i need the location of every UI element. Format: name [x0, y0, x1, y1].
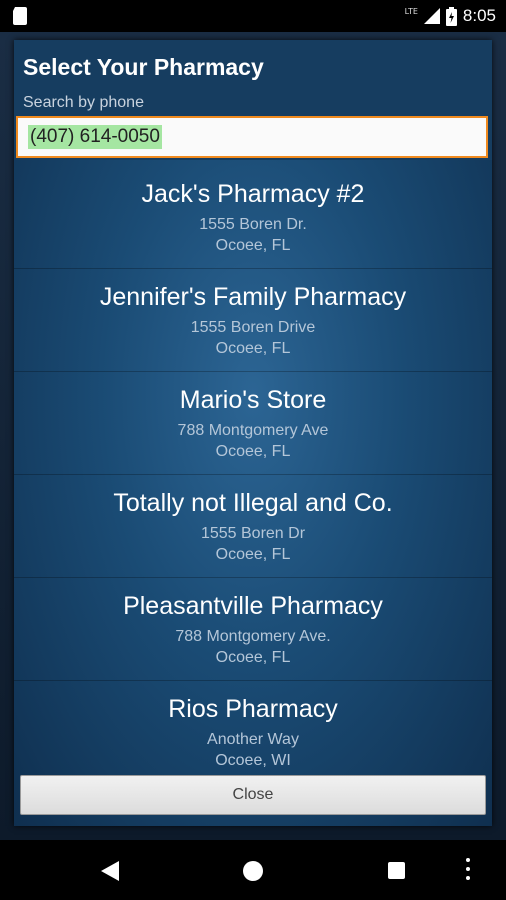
pharmacy-item[interactable]: Jennifer's Family Pharmacy 1555 Boren Dr… — [14, 269, 492, 372]
pharmacy-list[interactable]: Jack's Pharmacy #2 1555 Boren Dr. Ocoee,… — [14, 166, 492, 768]
pharmacy-item[interactable]: Rios Pharmacy Another Way Ocoee, WI — [14, 681, 492, 768]
pharmacy-item[interactable]: Pleasantville Pharmacy 788 Montgomery Av… — [14, 578, 492, 681]
pharmacy-city: Ocoee, FL — [215, 237, 291, 254]
pharmacy-name: Totally not Illegal and Co. — [113, 489, 393, 517]
home-icon[interactable] — [243, 861, 263, 881]
phone-search-input[interactable]: (407) 614-0050 — [16, 116, 488, 158]
back-icon[interactable] — [100, 860, 120, 882]
close-button[interactable]: Close — [20, 775, 486, 815]
network-type-label: LTE — [404, 6, 418, 16]
status-bar: LTE 8:05 — [0, 0, 506, 32]
signal-icon — [423, 8, 440, 24]
pharmacy-city: Ocoee, WI — [215, 752, 291, 768]
pharmacy-name: Jennifer's Family Pharmacy — [99, 283, 407, 311]
pharmacy-address: 1555 Boren Dr. — [199, 216, 307, 233]
battery-icon — [445, 6, 457, 26]
pharmacy-item[interactable]: Jack's Pharmacy #2 1555 Boren Dr. Ocoee,… — [14, 166, 492, 269]
recents-icon[interactable] — [388, 862, 405, 879]
pharmacy-name: Jack's Pharmacy #2 — [141, 180, 365, 208]
pharmacy-name: Mario's Store — [179, 386, 327, 414]
navigation-bar — [0, 840, 506, 900]
pharmacy-item[interactable]: Mario's Store 788 Montgomery Ave Ocoee, … — [14, 372, 492, 475]
overflow-menu-icon[interactable] — [466, 858, 470, 885]
pharmacy-address: Another Way — [207, 731, 299, 748]
pharmacy-address: 788 Montgomery Ave. — [175, 628, 331, 645]
pharmacy-name: Pleasantville Pharmacy — [123, 592, 383, 620]
pharmacy-city: Ocoee, FL — [215, 649, 291, 666]
pharmacy-city: Ocoee, FL — [215, 546, 291, 563]
pharmacy-dialog: Select Your Pharmacy Search by phone (40… — [14, 40, 492, 826]
search-label: Search by phone — [23, 94, 144, 111]
pharmacy-address: 788 Montgomery Ave — [177, 422, 329, 439]
pharmacy-city: Ocoee, FL — [215, 443, 291, 460]
pharmacy-item[interactable]: Totally not Illegal and Co. 1555 Boren D… — [14, 475, 492, 578]
pharmacy-name: Rios Pharmacy — [168, 695, 338, 723]
pharmacy-address: 1555 Boren Dr — [200, 525, 306, 542]
clock: 8:05 — [462, 6, 496, 25]
dialog-header: Select Your Pharmacy Search by phone (40… — [14, 40, 492, 160]
pharmacy-city: Ocoee, FL — [215, 340, 291, 357]
dialog-title: Select Your Pharmacy — [23, 54, 264, 80]
pharmacy-address: 1555 Boren Drive — [190, 319, 316, 336]
sd-card-icon — [13, 7, 27, 25]
search-input-value: (407) 614-0050 — [28, 125, 162, 149]
